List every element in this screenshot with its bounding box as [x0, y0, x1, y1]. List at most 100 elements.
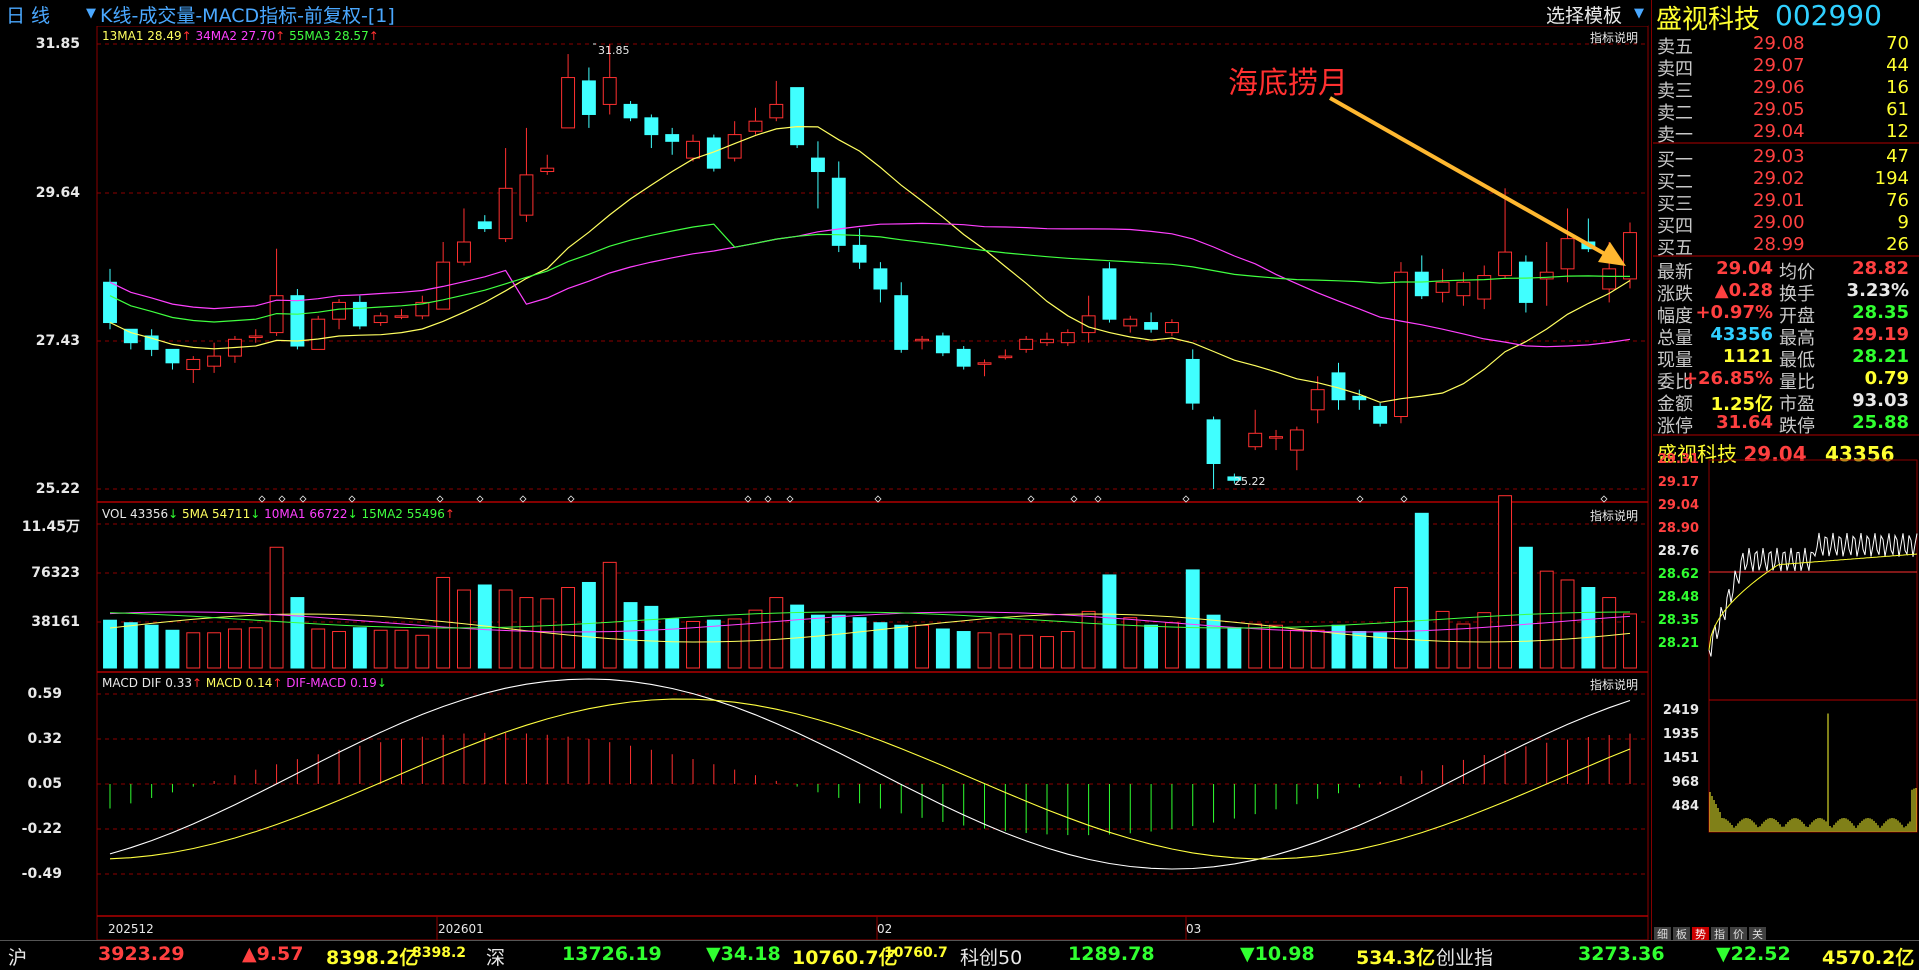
signal-diamond-icon [436, 495, 444, 503]
volume-bar [644, 605, 659, 669]
candle-body [1310, 389, 1325, 411]
vol-indicator-note[interactable]: 指标说明 [1590, 507, 1638, 524]
volume-bar [248, 627, 263, 669]
volume-bar [727, 618, 742, 669]
volume-bar [207, 632, 222, 669]
signal-diamond-icon [299, 495, 307, 503]
cyb-change: ▼22.52 [1716, 943, 1791, 965]
candle-body [1373, 405, 1388, 424]
candle-body [727, 134, 742, 159]
volume-bar [561, 587, 576, 669]
macd-indicator-note[interactable]: 指标说明 [1590, 676, 1638, 693]
candle-body [540, 167, 555, 173]
signal-diamond-icon [1356, 495, 1364, 503]
volume-bar [1081, 610, 1096, 669]
chart-frame [96, 25, 1649, 940]
macd-legend: MACD DIF 0.33↑ MACD 0.14↑ DIF-MACD 0.19↓ [102, 676, 387, 690]
vol-ma15: 15MA2 55496 [361, 507, 445, 521]
candle-body [373, 315, 388, 324]
volume-bar [810, 614, 825, 669]
volume-bar [894, 624, 909, 669]
volume-bar [1456, 623, 1471, 669]
sz-name[interactable]: 深 [486, 943, 505, 970]
volume-bar [602, 561, 617, 669]
ma1-legend: 13MA1 28.49 [102, 29, 182, 43]
kc50-amount: 534.3亿 [1356, 947, 1436, 969]
volume-bar [394, 629, 409, 669]
candle-body [1352, 395, 1367, 401]
candle-body [810, 157, 825, 173]
candle-body [852, 244, 867, 263]
template-select-button[interactable]: 选择模板 [1546, 1, 1622, 28]
candle-body [665, 134, 680, 142]
kline-indicator-note[interactable]: 指标说明 [1590, 29, 1638, 46]
sh-name[interactable]: 沪 [8, 943, 27, 970]
macd-axis-label: 0.59 [27, 686, 62, 702]
price-axis-label: 27.43 [35, 333, 80, 349]
candle-body [498, 187, 513, 240]
candle-body [519, 174, 534, 216]
volume-bar [1623, 613, 1637, 669]
volume-bar [1144, 624, 1159, 669]
side-tabs: 细板势指价关 [1654, 923, 1768, 942]
candle-body [748, 120, 763, 132]
volume-bar [915, 624, 930, 669]
sh-index: 3923.29 [98, 943, 185, 965]
cyb-name[interactable]: 创业指 [1436, 943, 1493, 970]
vol-axis-label: 38161 [31, 614, 80, 630]
volume-bar [977, 632, 992, 669]
vol-ma5: 5MA 54711 [182, 507, 251, 521]
signal-diamond-icon [519, 495, 527, 503]
sh-amount-box: 8398.2 [412, 945, 467, 961]
volume-bar [956, 631, 971, 669]
template-caret-icon[interactable]: ▼ [1634, 6, 1644, 21]
volume-bar [935, 628, 950, 669]
candle-body [1102, 268, 1117, 320]
period-label[interactable]: 日 线 [6, 1, 50, 28]
high-marker: 31.85 [598, 44, 630, 57]
volume-bar [1060, 631, 1075, 669]
vol-axis-label: 11.45万 [21, 519, 80, 535]
volume-bar [1581, 587, 1596, 669]
volume-bar [1227, 627, 1242, 669]
candle-body [207, 355, 222, 367]
volume-bar [227, 628, 242, 669]
candle-body [332, 301, 346, 320]
candle-body [1456, 281, 1471, 297]
volume-bar [1289, 629, 1304, 669]
low-marker: 25.22 [1234, 475, 1266, 488]
mini-intraday-chart[interactable] [1653, 0, 1919, 925]
date-label: 202601 [438, 922, 484, 936]
candle-body [186, 358, 201, 371]
mini-chart-frame [1708, 459, 1918, 833]
candle-body [1060, 332, 1075, 344]
sz-index: 13726.19 [562, 943, 662, 965]
candle-body [352, 301, 367, 327]
macd-axis-label: 0.05 [27, 776, 62, 792]
volume-bar [1352, 631, 1367, 669]
candle-body [894, 295, 909, 350]
candle-body [561, 77, 576, 129]
kc50-index: 1289.78 [1068, 943, 1155, 965]
candle-body [457, 241, 471, 263]
date-label: 02 [877, 922, 893, 936]
candle-body [1185, 358, 1200, 404]
volume-bar [332, 631, 346, 669]
candle-body [956, 348, 971, 367]
volume-bar [581, 581, 596, 669]
candle-body [248, 335, 263, 338]
sh-change: ▲9.57 [242, 943, 304, 965]
volume-bar [1269, 624, 1283, 669]
kc50-change: ▼10.98 [1240, 943, 1315, 965]
candle-body [1435, 281, 1450, 293]
kc50-name[interactable]: 科创50 [960, 943, 1022, 970]
candle-body [165, 348, 180, 364]
volume-bar [436, 576, 451, 669]
main-chart-area[interactable] [0, 0, 1652, 940]
macd-macd: MACD 0.14 [205, 676, 273, 690]
annotation-arrow [1329, 96, 1613, 260]
volume-bar [1019, 634, 1034, 669]
caret-down-icon[interactable]: ▼ [86, 6, 96, 21]
volume-bar [1414, 512, 1429, 669]
vol-legend: VOL 43356↓ 5MA 54711↓ 10MA1 66722↓ 15MA2… [102, 507, 455, 521]
